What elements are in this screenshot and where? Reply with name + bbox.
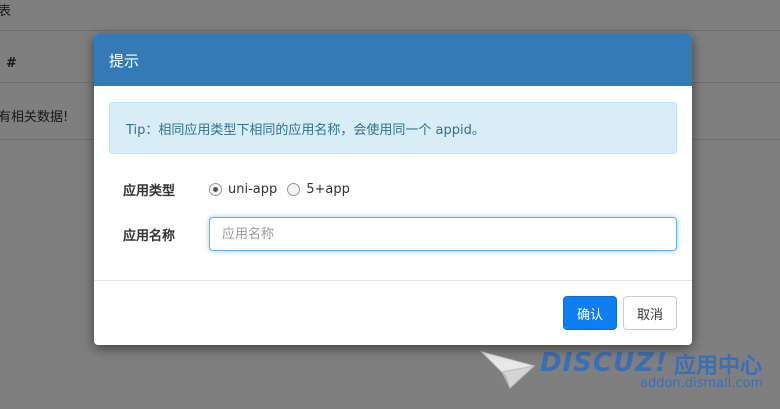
tip-alert: Tip：相同应用类型下相同的应用名称，会使用同一个 appid。 — [109, 102, 677, 154]
app-name-input[interactable] — [209, 217, 677, 251]
cancel-button[interactable]: 取消 — [623, 296, 677, 330]
dialog: 提示 Tip：相同应用类型下相同的应用名称，会使用同一个 appid。 应用类型… — [94, 34, 692, 345]
radio-label-uni-app[interactable]: uni-app — [228, 182, 277, 197]
watermark-brand: DISCUZ! — [540, 348, 668, 378]
dialog-header: 提示 — [94, 34, 692, 86]
footer-divider — [94, 280, 692, 281]
watermark-url: addon.dismall.com — [640, 376, 764, 391]
radio-button-unchecked[interactable] — [287, 183, 301, 196]
dialog-footer: 确认 取消 — [563, 296, 677, 330]
confirm-button[interactable]: 确认 — [563, 296, 617, 330]
radio-button-checked[interactable] — [209, 183, 222, 196]
app-type-radio-group: uni-app 5+app — [209, 182, 360, 197]
watermark: DISCUZ! 应用中心 addon.dismall.com — [480, 346, 770, 406]
app-name-row: 应用名称 — [109, 217, 677, 251]
app-name-label: 应用名称 — [123, 228, 176, 244]
radio-5plus-app[interactable]: 5+app — [287, 182, 350, 197]
dialog-body: Tip：相同应用类型下相同的应用名称，会使用同一个 appid。 应用类型 un… — [94, 86, 692, 251]
dialog-title: 提示 — [109, 51, 140, 70]
app-type-label: 应用类型 — [123, 184, 176, 199]
app-type-row: 应用类型 uni-app 5+app — [109, 180, 677, 199]
paper-plane-icon — [480, 351, 536, 389]
radio-label-5plus-app[interactable]: 5+app — [306, 182, 350, 197]
tip-text: Tip：相同应用类型下相同的应用名称，会使用同一个 appid。 — [126, 122, 485, 138]
radio-uni-app[interactable]: uni-app — [209, 182, 277, 197]
